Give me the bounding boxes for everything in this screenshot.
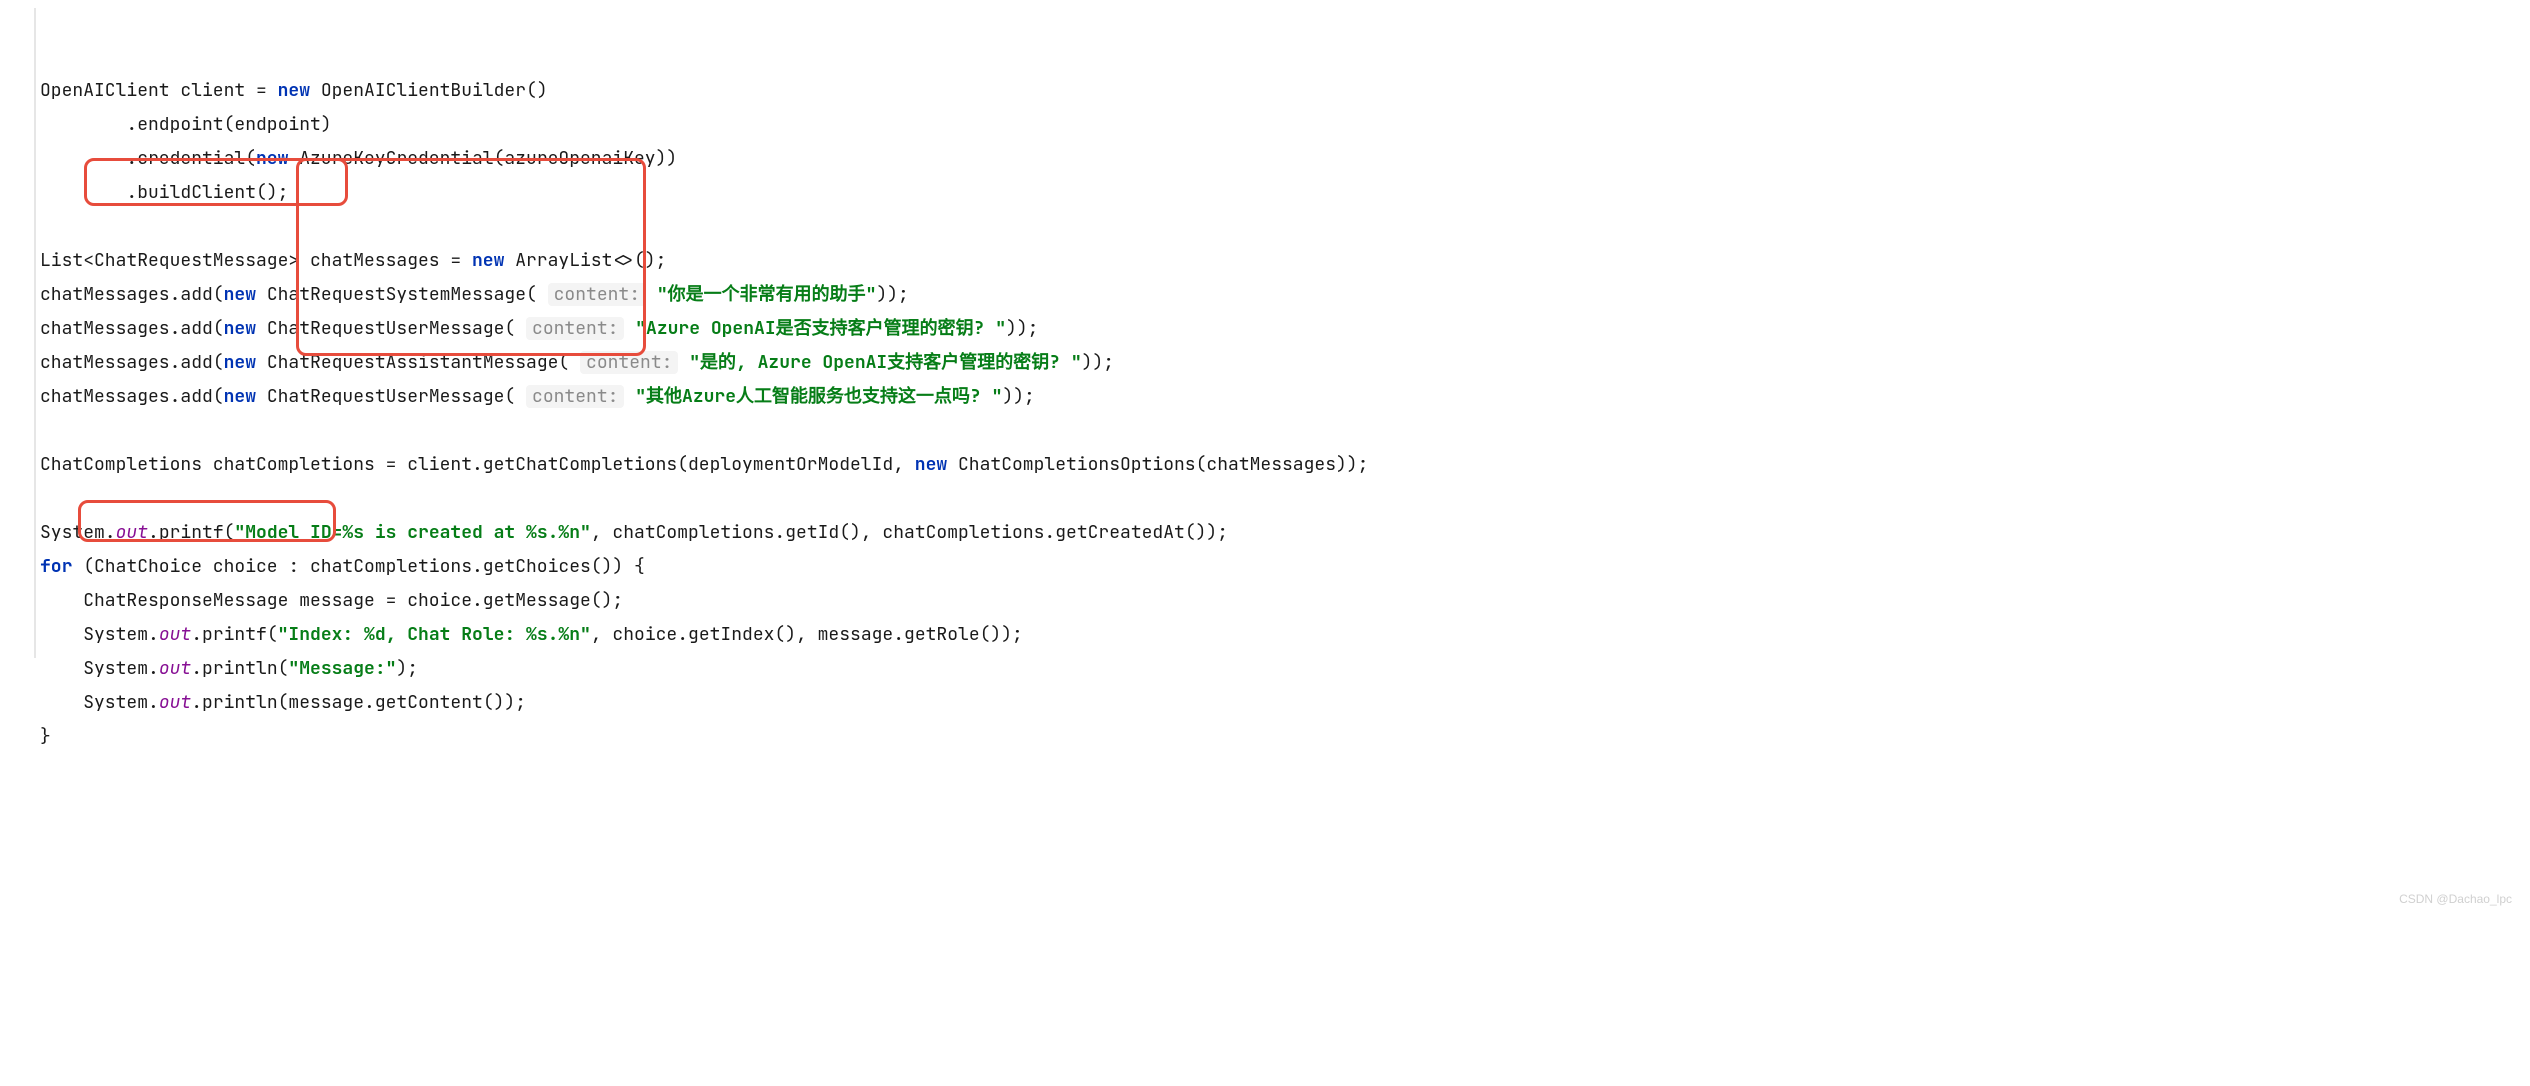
param-hint: content: xyxy=(526,385,624,408)
code-line-19: System.out.println(message.getContent())… xyxy=(40,691,526,714)
code-line-10: chatMessages.add(new ChatRequestUserMess… xyxy=(40,385,1035,408)
code-line-15: for (ChatChoice choice : chatCompletions… xyxy=(40,555,645,578)
code-line-2: .endpoint(endpoint) xyxy=(40,113,332,136)
code-line-16: ChatResponseMessage message = choice.get… xyxy=(40,589,623,612)
code-line-18: System.out.println("Message:"); xyxy=(40,657,418,680)
code-line-9: chatMessages.add(new ChatRequestAssistan… xyxy=(40,351,1114,374)
param-hint: content: xyxy=(526,317,624,340)
code-line-6: List<ChatRequestMessage> chatMessages = … xyxy=(40,249,666,272)
code-line-14: System.out.printf("Model ID=%s is create… xyxy=(40,521,1228,544)
code-editor: OpenAIClient client = new OpenAIClientBu… xyxy=(0,0,2530,910)
editor-gutter xyxy=(34,8,36,658)
code-line-12: ChatCompletions chatCompletions = client… xyxy=(40,453,1368,476)
code-line-1: OpenAIClient client = new OpenAIClientBu… xyxy=(40,79,548,102)
code-line-7: chatMessages.add(new ChatRequestSystemMe… xyxy=(40,283,909,306)
code-line-4: .buildClient(); xyxy=(40,181,288,204)
code-line-17: System.out.printf("Index: %d, Chat Role:… xyxy=(40,623,1023,646)
param-hint: content: xyxy=(548,283,646,306)
param-hint: content: xyxy=(580,351,678,374)
watermark: CSDN @Dachao_lpc xyxy=(2399,892,2512,906)
code-line-3: .credential(new AzureKeyCredential(azure… xyxy=(40,147,677,170)
code-line-8: chatMessages.add(new ChatRequestUserMess… xyxy=(40,317,1038,340)
code-line-20: } xyxy=(40,725,51,748)
